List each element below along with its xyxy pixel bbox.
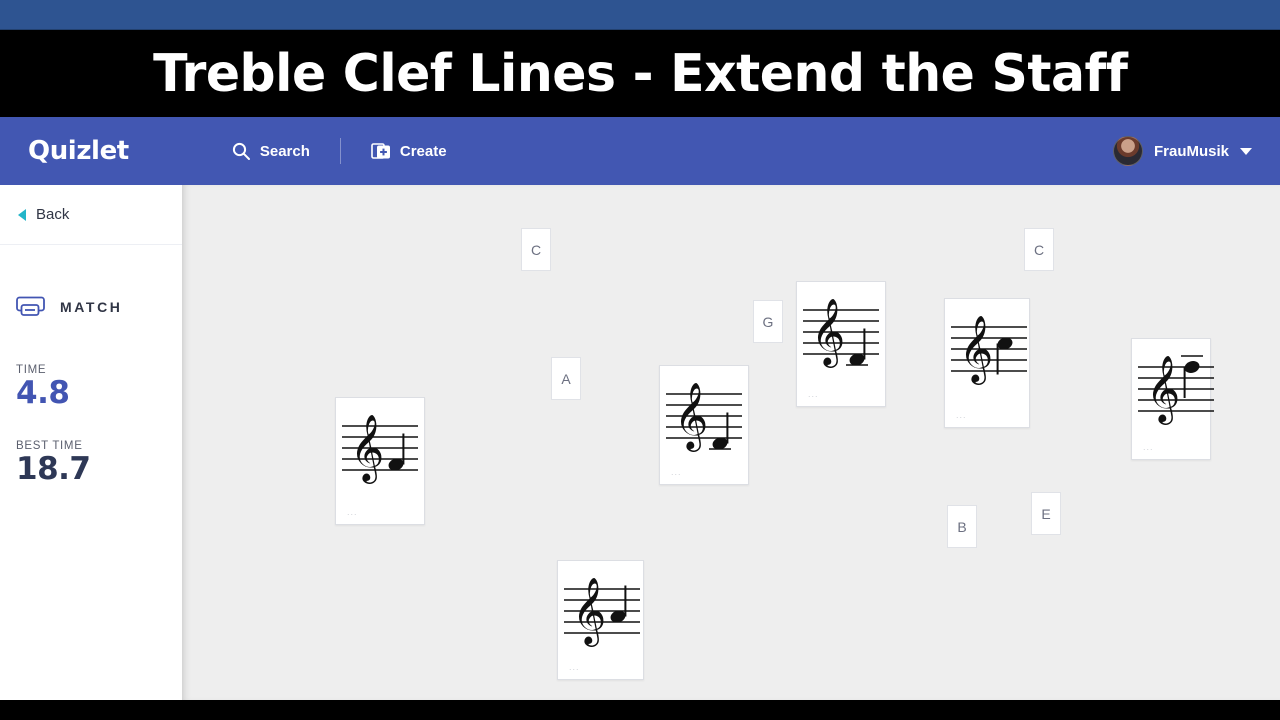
quizlet-logo[interactable]: Quizlet [28,136,129,166]
letter-tile[interactable]: G [753,300,783,343]
time-stat: TIME 4.8 [0,364,182,411]
best-time-label: BEST TIME [16,439,83,452]
letter-tile-label: A [561,370,571,387]
music-staff-notation: 𝄞 [1132,339,1214,459]
card-ellipsis-label: ... [347,507,358,517]
top-navigation-bar: Quizlet Search Create FrauMusik [0,117,1280,185]
best-time-stat: BEST TIME 18.7 [0,440,182,487]
page-title: Treble Clef Lines - Extend the Staff [152,43,1128,104]
sidebar: Back MATCH TIME 4.8 BEST TIME 18.7 [0,185,182,700]
svg-text:𝄞: 𝄞 [959,314,993,385]
search-icon [231,141,251,161]
card-ellipsis-label: ... [569,662,580,672]
study-mode-match: MATCH [0,296,182,318]
time-value: 4.8 [16,375,70,411]
letter-tile-label: G [762,313,774,330]
music-staff-notation: 𝄞 [797,282,885,402]
search-button[interactable]: Search [231,141,310,161]
letter-tile[interactable]: C [1024,228,1054,271]
letter-tile-label: B [957,518,967,535]
user-menu[interactable]: FrauMusik [1112,117,1252,185]
nav-divider [339,138,341,164]
username-label: FrauMusik [1153,142,1229,160]
browser-top-strip [0,0,1280,30]
mode-label: MATCH [60,299,123,315]
screen-root: Treble Clef Lines - Extend the Staff Qui… [0,0,1280,720]
create-icon [371,141,391,161]
letter-tile[interactable]: E [1031,492,1061,535]
chevron-down-icon [1240,147,1252,155]
card-ellipsis-label: ... [1143,442,1154,452]
back-button[interactable]: Back [0,185,182,245]
staff-card[interactable]: 𝄞 ... [944,298,1030,428]
staff-card[interactable]: 𝄞 ... [659,365,749,485]
letter-tile-label: C [530,241,542,258]
staff-card[interactable]: 𝄞 ... [335,397,425,525]
staff-card[interactable]: 𝄞 ... [1131,338,1214,460]
title-banner: Treble Clef Lines - Extend the Staff [0,30,1280,117]
chevron-left-icon [18,208,26,221]
letter-tile[interactable]: B [947,505,977,548]
svg-text:𝄞: 𝄞 [350,413,384,484]
staff-card[interactable]: 𝄞 ... [796,281,886,407]
back-label: Back [36,206,70,223]
letter-tile[interactable]: C [521,228,551,271]
match-game-board: C G A C B E 𝄞 ... 𝄞 ... 𝄞 ... 𝄞 ... 𝄞 ... 𝄞 .… [182,185,1280,700]
svg-text:𝄞: 𝄞 [1146,354,1180,425]
music-staff-notation: 𝄞 [336,398,424,518]
card-ellipsis-label: ... [671,467,682,477]
match-icon [16,296,46,318]
svg-text:𝄞: 𝄞 [811,297,845,368]
card-ellipsis-label: ... [956,410,967,420]
staff-card[interactable]: 𝄞 ... [557,560,644,680]
avatar [1112,136,1143,166]
search-label: Search [259,142,310,160]
bottom-black-bar [0,700,1280,720]
best-time-value: 18.7 [16,450,91,487]
letter-tile-label: C [1033,241,1045,258]
letter-tile[interactable]: A [551,357,581,400]
nav-links: Search Create [231,138,447,164]
create-label: Create [399,142,447,160]
create-button[interactable]: Create [371,141,447,161]
music-staff-notation: 𝄞 [945,299,1029,419]
card-ellipsis-label: ... [808,389,819,399]
svg-text:𝄞: 𝄞 [674,381,708,452]
svg-text:𝄞: 𝄞 [572,576,606,647]
letter-tile-label: E [1041,505,1051,522]
